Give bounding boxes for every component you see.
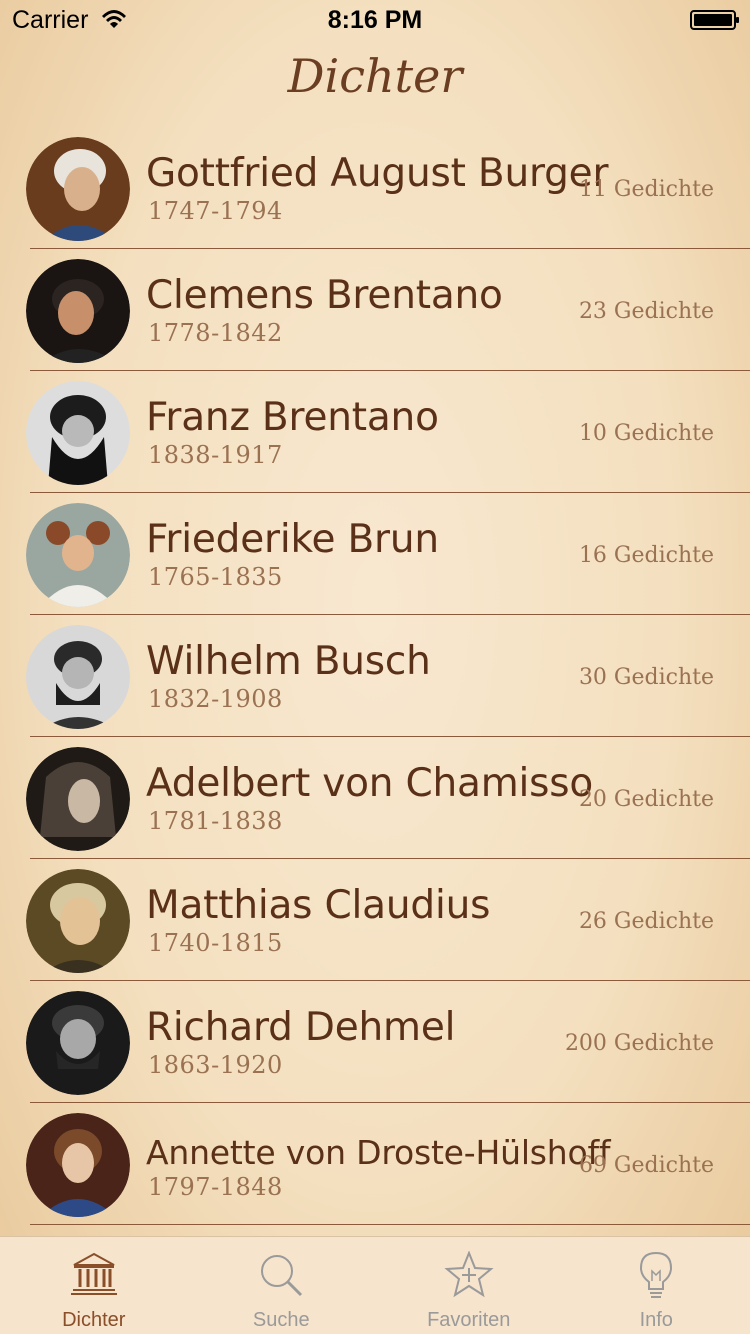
- tab-favoriten[interactable]: Favoriten: [375, 1237, 563, 1334]
- poet-years: 1747-1794: [148, 197, 283, 225]
- tab-label: Dichter: [62, 1309, 126, 1331]
- tab-dichter[interactable]: Dichter: [0, 1237, 188, 1334]
- poet-portrait: [26, 1113, 130, 1217]
- poet-years: 1863-1920: [148, 1051, 283, 1079]
- poet-portrait: [26, 503, 130, 607]
- poet-years: 1832-1908: [148, 685, 283, 713]
- poem-count: 20 Gedichte: [578, 787, 714, 812]
- status-bar: Carrier 8:16 PM: [0, 0, 750, 40]
- poet-years: 1797-1848: [148, 1173, 283, 1201]
- poet-name: Adelbert von Chamisso: [146, 761, 594, 806]
- poet-name: Richard Dehmel: [146, 1005, 456, 1050]
- poet-years: 1778-1842: [148, 319, 283, 347]
- poet-portrait: [26, 625, 130, 729]
- poem-count: 69 Gedichte: [578, 1153, 714, 1178]
- poem-count: 16 Gedichte: [578, 543, 714, 568]
- poet-years: 1781-1838: [148, 807, 283, 835]
- poet-portrait: [26, 869, 130, 973]
- star-plus-icon: [444, 1251, 494, 1298]
- poet-row[interactable]: Matthias Claudius 1740-1815 26 Gedichte: [0, 859, 750, 981]
- tab-info[interactable]: Info: [563, 1237, 750, 1334]
- poet-years: 1740-1815: [148, 929, 283, 957]
- screen: Carrier 8:16 PM Dichter Gottfried August…: [0, 0, 750, 1334]
- poet-portrait: [26, 259, 130, 363]
- tab-bar: Dichter Suche Favoriten Info: [0, 1236, 750, 1334]
- poem-count: 30 Gedichte: [578, 665, 714, 690]
- lightbulb-icon: [640, 1251, 673, 1298]
- search-icon: [261, 1255, 303, 1297]
- battery-icon: [690, 10, 739, 30]
- tab-label: Info: [639, 1309, 673, 1331]
- poet-name: Clemens Brentano: [146, 273, 503, 318]
- tab-label: Suche: [252, 1309, 310, 1331]
- poet-years: 1838-1917: [148, 441, 283, 469]
- poet-name: Friederike Brun: [146, 517, 439, 562]
- poet-row[interactable]: Annette von Droste-Hülshoff 1797-1848 69…: [0, 1103, 750, 1225]
- poet-name: Franz Brentano: [146, 395, 439, 440]
- poet-portrait: [26, 747, 130, 851]
- poem-count: 23 Gedichte: [578, 299, 714, 324]
- museum-icon: [70, 1252, 117, 1295]
- poet-name: Matthias Claudius: [146, 883, 491, 928]
- poet-row[interactable]: Franz Brentano 1838-1917 10 Gedichte: [0, 371, 750, 493]
- poem-count: 10 Gedichte: [578, 421, 714, 446]
- poet-portrait: [26, 991, 130, 1095]
- poet-row[interactable]: Adelbert von Chamisso 1781-1838 20 Gedic…: [0, 737, 750, 859]
- poem-count: 26 Gedichte: [578, 909, 714, 934]
- poet-name: Wilhelm Busch: [146, 639, 431, 684]
- poet-row[interactable]: Wilhelm Busch 1832-1908 30 Gedichte: [0, 615, 750, 737]
- poet-row[interactable]: Gottfried August Burger 1747-1794 11 Ged…: [0, 127, 750, 249]
- poet-row[interactable]: Clemens Brentano 1778-1842 23 Gedichte: [0, 249, 750, 371]
- poet-row[interactable]: Richard Dehmel 1863-1920 200 Gedichte: [0, 981, 750, 1103]
- poet-name: Gottfried August Burger: [146, 151, 609, 196]
- poem-count: 11 Gedichte: [578, 177, 714, 202]
- poet-list: Gottfried August Burger 1747-1794 11 Ged…: [0, 127, 750, 1225]
- clock: 8:16 PM: [327, 6, 423, 34]
- poem-count: 200 Gedichte: [564, 1031, 714, 1056]
- poet-years: 1765-1835: [148, 563, 283, 591]
- poet-portrait: [26, 381, 130, 485]
- poet-row[interactable]: Friederike Brun 1765-1835 16 Gedichte: [0, 493, 750, 615]
- page-title: Dichter: [287, 49, 463, 103]
- poet-name: Annette von Droste-Hülshoff: [146, 1133, 611, 1172]
- poet-portrait: [26, 137, 130, 241]
- tab-label: Favoriten: [427, 1309, 511, 1331]
- tab-suche[interactable]: Suche: [188, 1237, 376, 1334]
